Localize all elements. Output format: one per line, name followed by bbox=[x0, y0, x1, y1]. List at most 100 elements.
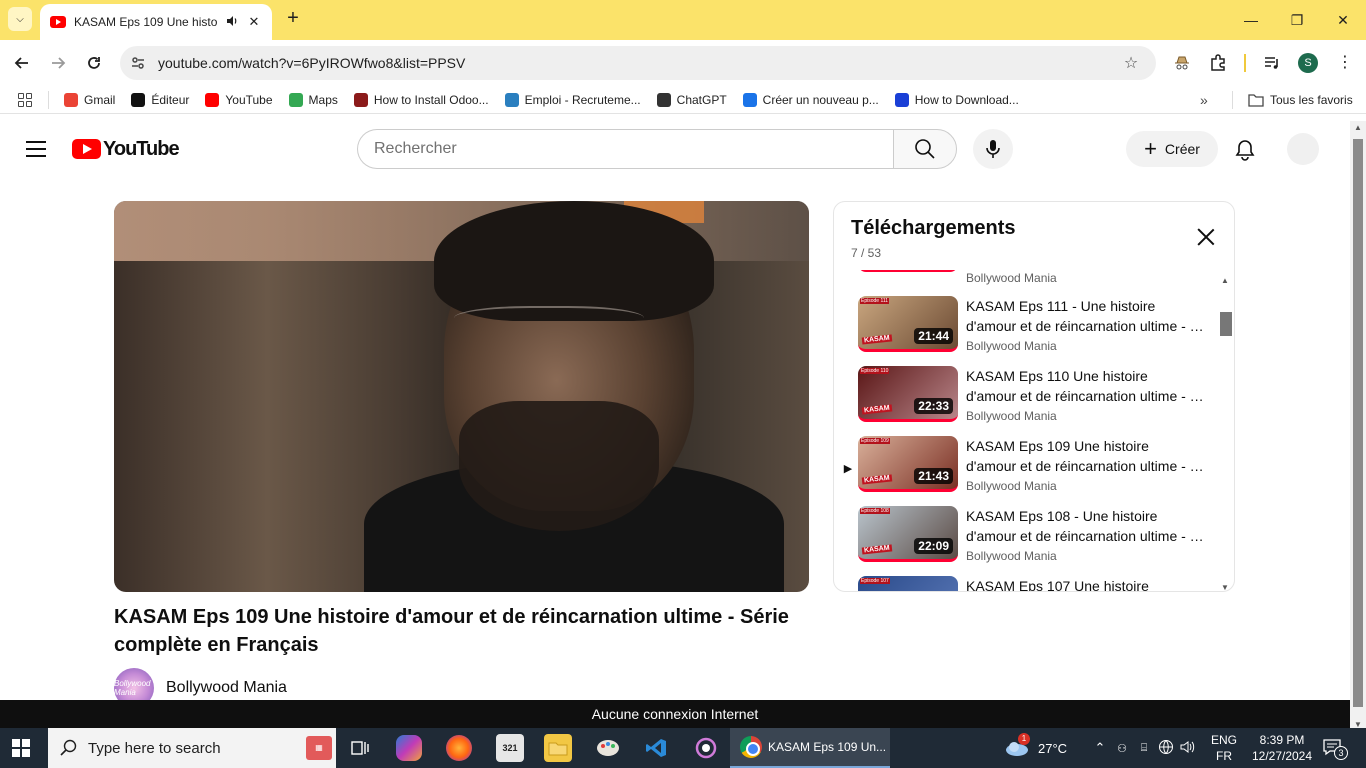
bookmarks-divider bbox=[1232, 91, 1233, 109]
notifications-bell-icon[interactable] bbox=[1232, 137, 1258, 163]
scroll-up-icon[interactable]: ▲ bbox=[1354, 123, 1362, 132]
taskbar-search[interactable]: Type here to search ▦ bbox=[48, 728, 336, 768]
copilot-icon[interactable] bbox=[396, 735, 422, 761]
bookmark-item[interactable]: YouTube bbox=[205, 93, 273, 107]
close-tab-icon[interactable]: ✕ bbox=[246, 14, 262, 30]
bookmark-item[interactable]: How to Install Odoo... bbox=[353, 93, 489, 107]
chevron-up-icon[interactable]: ⌃ bbox=[1092, 740, 1108, 756]
windows-start-icon[interactable] bbox=[12, 739, 30, 757]
video-player[interactable] bbox=[114, 201, 809, 592]
tab-search-button[interactable]: ⌵ bbox=[8, 7, 32, 31]
playlist-item-channel: Bollywood Mania bbox=[966, 549, 1057, 563]
bookmark-favicon-icon bbox=[742, 93, 757, 107]
search-button[interactable] bbox=[893, 129, 957, 169]
bookmark-item[interactable]: Créer un nouveau p... bbox=[742, 93, 879, 107]
weather-widget[interactable]: 1 27°C bbox=[1004, 728, 1067, 768]
arrow-left-icon bbox=[14, 57, 28, 69]
address-bar[interactable]: youtube.com/watch?v=6PyIROWfwo8&list=PPS… bbox=[120, 46, 1156, 80]
playlist-item[interactable]: Episode 108 KASAM 22:09 KASAM Eps 108 - Une… bbox=[834, 506, 1219, 576]
notification-center-icon[interactable]: 3 bbox=[1322, 738, 1348, 760]
create-button[interactable]: + Créer bbox=[1126, 131, 1218, 167]
bookmark-item[interactable]: How to Download... bbox=[894, 93, 1019, 107]
vscode-icon[interactable] bbox=[642, 734, 670, 762]
bookmark-item[interactable]: Emploi - Recruteme... bbox=[504, 93, 641, 107]
browser-tab-active[interactable]: KASAM Eps 109 Une histoire ✕ bbox=[40, 4, 272, 40]
youtube-logo[interactable]: YouTube bbox=[72, 138, 180, 160]
bookmark-item[interactable]: Maps bbox=[288, 93, 338, 107]
account-avatar[interactable] bbox=[1287, 133, 1319, 165]
media-player-icon[interactable] bbox=[692, 734, 720, 762]
bookmark-favicon-icon bbox=[64, 93, 78, 107]
profile-avatar[interactable]: S bbox=[1298, 53, 1318, 73]
forward-button[interactable] bbox=[45, 50, 71, 76]
notification-count: 3 bbox=[1334, 746, 1348, 760]
playlist-item-channel: Bollywood Mania bbox=[966, 339, 1057, 353]
playlist-item-channel: Bollywood Mania bbox=[966, 409, 1057, 423]
reload-button[interactable] bbox=[81, 50, 107, 76]
volume-icon[interactable] bbox=[1180, 740, 1196, 757]
site-settings-icon[interactable] bbox=[130, 55, 146, 71]
channel-avatar-logo: Bollywood Mania bbox=[114, 679, 151, 697]
battery-plug-icon[interactable]: ⌸ bbox=[1136, 742, 1152, 755]
playlist-item[interactable]: Bollywood Mania bbox=[834, 270, 1219, 286]
playlist-items: Bollywood Mania Episode 111 KASAM 21:44 KAS… bbox=[834, 270, 1219, 591]
channel-name[interactable]: Bollywood Mania bbox=[166, 679, 287, 697]
url-text: youtube.com/watch?v=6PyIROWfwo8&list=PPS… bbox=[158, 55, 466, 71]
search-input[interactable] bbox=[357, 129, 894, 169]
chrome-menu-icon[interactable]: ⋮ bbox=[1334, 52, 1356, 74]
bookmark-label: YouTube bbox=[225, 93, 273, 107]
network-globe-icon[interactable] bbox=[1158, 739, 1174, 758]
paint-app-icon[interactable] bbox=[594, 734, 622, 762]
bookmark-item[interactable]: ChatGPT bbox=[656, 93, 727, 107]
scroll-down-icon[interactable]: ▼ bbox=[1221, 583, 1229, 591]
extensions-puzzle-icon[interactable] bbox=[1207, 52, 1229, 74]
playlist-scrollbar[interactable]: ▲ ▼ bbox=[1220, 276, 1232, 591]
taskbar-chrome-window[interactable]: KASAM Eps 109 Un... bbox=[730, 728, 890, 768]
media-control-icon[interactable] bbox=[1261, 52, 1283, 74]
device-icon[interactable]: ⚇ bbox=[1114, 742, 1130, 755]
scroll-up-icon[interactable]: ▲ bbox=[1221, 276, 1229, 285]
episode-tag: Episode 107 bbox=[860, 578, 890, 584]
youtube-header: YouTube + Créer bbox=[0, 121, 1350, 177]
clock-date: 12/27/2024 bbox=[1251, 749, 1313, 763]
file-explorer-icon[interactable] bbox=[544, 734, 572, 762]
incognito-extension-icon[interactable] bbox=[1171, 52, 1193, 74]
all-bookmarks-button[interactable]: Tous les favoris bbox=[1248, 86, 1353, 114]
bookmark-label: How to Install Odoo... bbox=[373, 93, 489, 107]
speaker-icon[interactable] bbox=[224, 14, 240, 31]
task-view-icon[interactable] bbox=[346, 734, 374, 762]
video-editor-icon[interactable]: 321 bbox=[496, 734, 524, 762]
now-playing-indicator-icon: ▶ bbox=[843, 463, 853, 475]
apps-grid-icon[interactable] bbox=[18, 93, 32, 107]
firefox-icon[interactable] bbox=[446, 735, 472, 761]
bookmarks-overflow-icon[interactable]: » bbox=[1200, 92, 1208, 108]
arrow-right-icon bbox=[52, 57, 66, 69]
input-language[interactable]: ENG FR bbox=[1208, 732, 1240, 764]
bookmark-star-icon[interactable]: ☆ bbox=[1120, 53, 1142, 73]
playlist-item[interactable]: Episode 111 KASAM 21:44 KASAM Eps 111 - Une… bbox=[834, 296, 1219, 366]
restore-button[interactable]: ❐ bbox=[1274, 0, 1320, 40]
guide-menu-icon[interactable] bbox=[26, 141, 46, 157]
minimize-button[interactable]: — bbox=[1228, 0, 1274, 40]
playlist-item[interactable]: ▶ Episode 109 KASAM 21:43 KASAM Eps 109 Une … bbox=[834, 436, 1219, 506]
system-tray: ⌃ ⚇ ⌸ bbox=[1092, 728, 1196, 768]
playlist-title[interactable]: Téléchargements bbox=[851, 217, 1016, 240]
playlist-item[interactable]: Episode 110 KASAM 22:33 KASAM Eps 110 Une h… bbox=[834, 366, 1219, 436]
page-scrollbar-thumb[interactable] bbox=[1353, 139, 1363, 707]
episode-tag: Episode 111 bbox=[860, 298, 890, 304]
playlist-scrollbar-thumb[interactable] bbox=[1220, 312, 1232, 336]
close-window-button[interactable]: ✕ bbox=[1320, 0, 1366, 40]
voice-search-button[interactable] bbox=[973, 129, 1013, 169]
taskbar-clock[interactable]: 8:39 PM 12/27/2024 bbox=[1250, 732, 1314, 764]
close-playlist-icon[interactable] bbox=[1194, 225, 1218, 249]
bookmark-item[interactable]: Gmail bbox=[64, 93, 115, 107]
back-button[interactable] bbox=[9, 50, 35, 76]
new-tab-button[interactable]: + bbox=[282, 8, 304, 30]
playlist-item-channel: Bollywood Mania bbox=[966, 271, 1057, 285]
thumbnail-logo: KASAM bbox=[861, 474, 892, 485]
page-scrollbar[interactable]: ▲ ▼ bbox=[1350, 121, 1366, 731]
calendar-highlight-icon: ▦ bbox=[306, 736, 332, 760]
playlist-item[interactable]: Episode 107KASAM KASAM Eps 107 Une histoi… bbox=[834, 576, 1219, 591]
bookmark-item[interactable]: Éditeur bbox=[131, 93, 189, 107]
video-duration: 22:33 bbox=[914, 398, 953, 414]
